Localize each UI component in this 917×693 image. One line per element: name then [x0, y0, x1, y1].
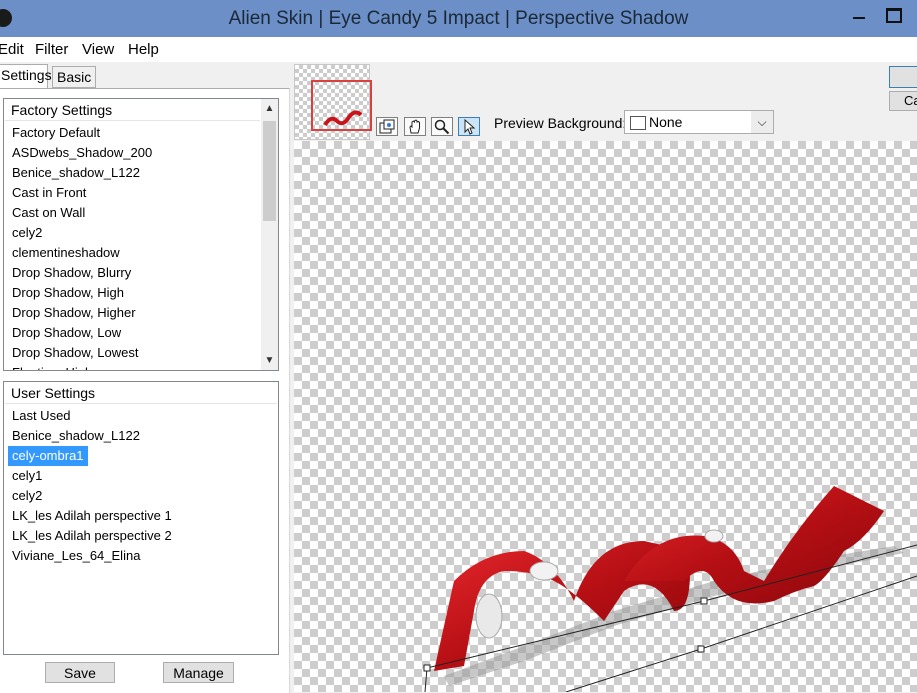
window-title: Alien Skin | Eye Candy 5 Impact | Perspe… — [228, 8, 689, 29]
factory-settings-header: Factory Settings — [5, 100, 260, 121]
list-item[interactable]: Drop Shadow, Lowest — [8, 343, 142, 363]
save-button[interactable]: Save — [45, 662, 115, 683]
arrow-icon — [464, 119, 476, 135]
ok-button[interactable] — [889, 66, 917, 88]
ribbon-preview-image — [423, 486, 917, 692]
list-item[interactable]: Drop Shadow, Blurry — [8, 263, 135, 283]
scroll-down-icon[interactable]: ▼ — [261, 352, 278, 369]
list-item[interactable]: Drop Shadow, Higher — [8, 303, 140, 323]
navigator-selection[interactable] — [311, 80, 372, 131]
list-item[interactable]: Benice_shadow_L122 — [8, 426, 144, 446]
preview-background-select[interactable]: None ⌵ — [624, 110, 774, 134]
navigator-icon — [379, 119, 395, 134]
hand-icon — [409, 119, 420, 134]
list-item[interactable]: Viviane_Les_64_Elina — [8, 546, 144, 566]
hand-tool-button[interactable] — [404, 117, 426, 136]
menu-bar: Edit Filter View Help — [0, 37, 917, 62]
list-item[interactable]: clementineshadow — [8, 243, 124, 263]
arrow-tool-button[interactable] — [458, 117, 480, 136]
menu-edit[interactable]: Edit — [0, 41, 24, 58]
scroll-up-icon[interactable]: ▲ — [261, 100, 278, 117]
tab-settings[interactable]: Settings — [0, 64, 52, 89]
list-item[interactable]: Floating, High — [8, 363, 96, 370]
chevron-down-icon[interactable]: ⌵ — [751, 111, 773, 133]
navigator-thumbnail[interactable] — [294, 64, 372, 140]
list-item[interactable]: Benice_shadow_L122 — [8, 163, 144, 183]
factory-scrollbar[interactable]: ▲ ▼ — [261, 99, 278, 370]
menu-view[interactable]: View — [82, 41, 114, 58]
settings-panel: Factory Settings Factory Default ASDwebs… — [0, 88, 290, 693]
list-item[interactable]: Last Used — [8, 406, 75, 426]
factory-settings-list[interactable]: Factory Settings Factory Default ASDwebs… — [3, 98, 279, 371]
scrollbar-thumb[interactable] — [263, 121, 276, 221]
zoom-tool-button[interactable] — [431, 117, 453, 136]
manage-button[interactable]: Manage — [163, 662, 234, 683]
list-item-selected[interactable]: cely-ombra1 — [8, 446, 88, 466]
user-settings-header: User Settings — [5, 383, 277, 404]
tab-basic[interactable]: Basic — [52, 66, 96, 88]
maximize-icon — [886, 8, 902, 23]
minimize-icon — [853, 17, 865, 19]
list-item[interactable]: Drop Shadow, Low — [8, 323, 125, 343]
list-item[interactable]: Cast on Wall — [8, 203, 89, 223]
preview-background-label: Preview Background: — [494, 115, 627, 131]
list-item[interactable]: ASDwebs_Shadow_200 — [8, 143, 156, 163]
list-item[interactable]: Drop Shadow, High — [8, 283, 128, 303]
title-bar: Alien Skin | Eye Candy 5 Impact | Perspe… — [0, 0, 917, 37]
user-settings-list[interactable]: User Settings Last Used Benice_shadow_L1… — [3, 381, 279, 655]
navigator-tool-button[interactable] — [376, 117, 398, 136]
list-item[interactable]: cely2 — [8, 223, 46, 243]
list-item[interactable]: LK_les Adilah perspective 1 — [8, 506, 176, 526]
zoom-icon — [434, 119, 450, 135]
menu-filter[interactable]: Filter — [35, 41, 68, 58]
list-item[interactable]: Factory Default — [8, 123, 104, 143]
list-item[interactable]: cely1 — [8, 466, 46, 486]
background-swatch — [630, 116, 646, 130]
list-item[interactable]: LK_les Adilah perspective 2 — [8, 526, 176, 546]
maximize-button[interactable] — [878, 5, 908, 27]
preview-background-value: None — [649, 114, 683, 130]
menu-help[interactable]: Help — [128, 41, 159, 58]
preview-canvas[interactable] — [294, 141, 917, 692]
list-item[interactable]: cely2 — [8, 486, 46, 506]
cancel-button[interactable]: Ca — [889, 91, 917, 111]
list-item[interactable]: Cast in Front — [8, 183, 90, 203]
minimize-button[interactable] — [844, 5, 874, 27]
